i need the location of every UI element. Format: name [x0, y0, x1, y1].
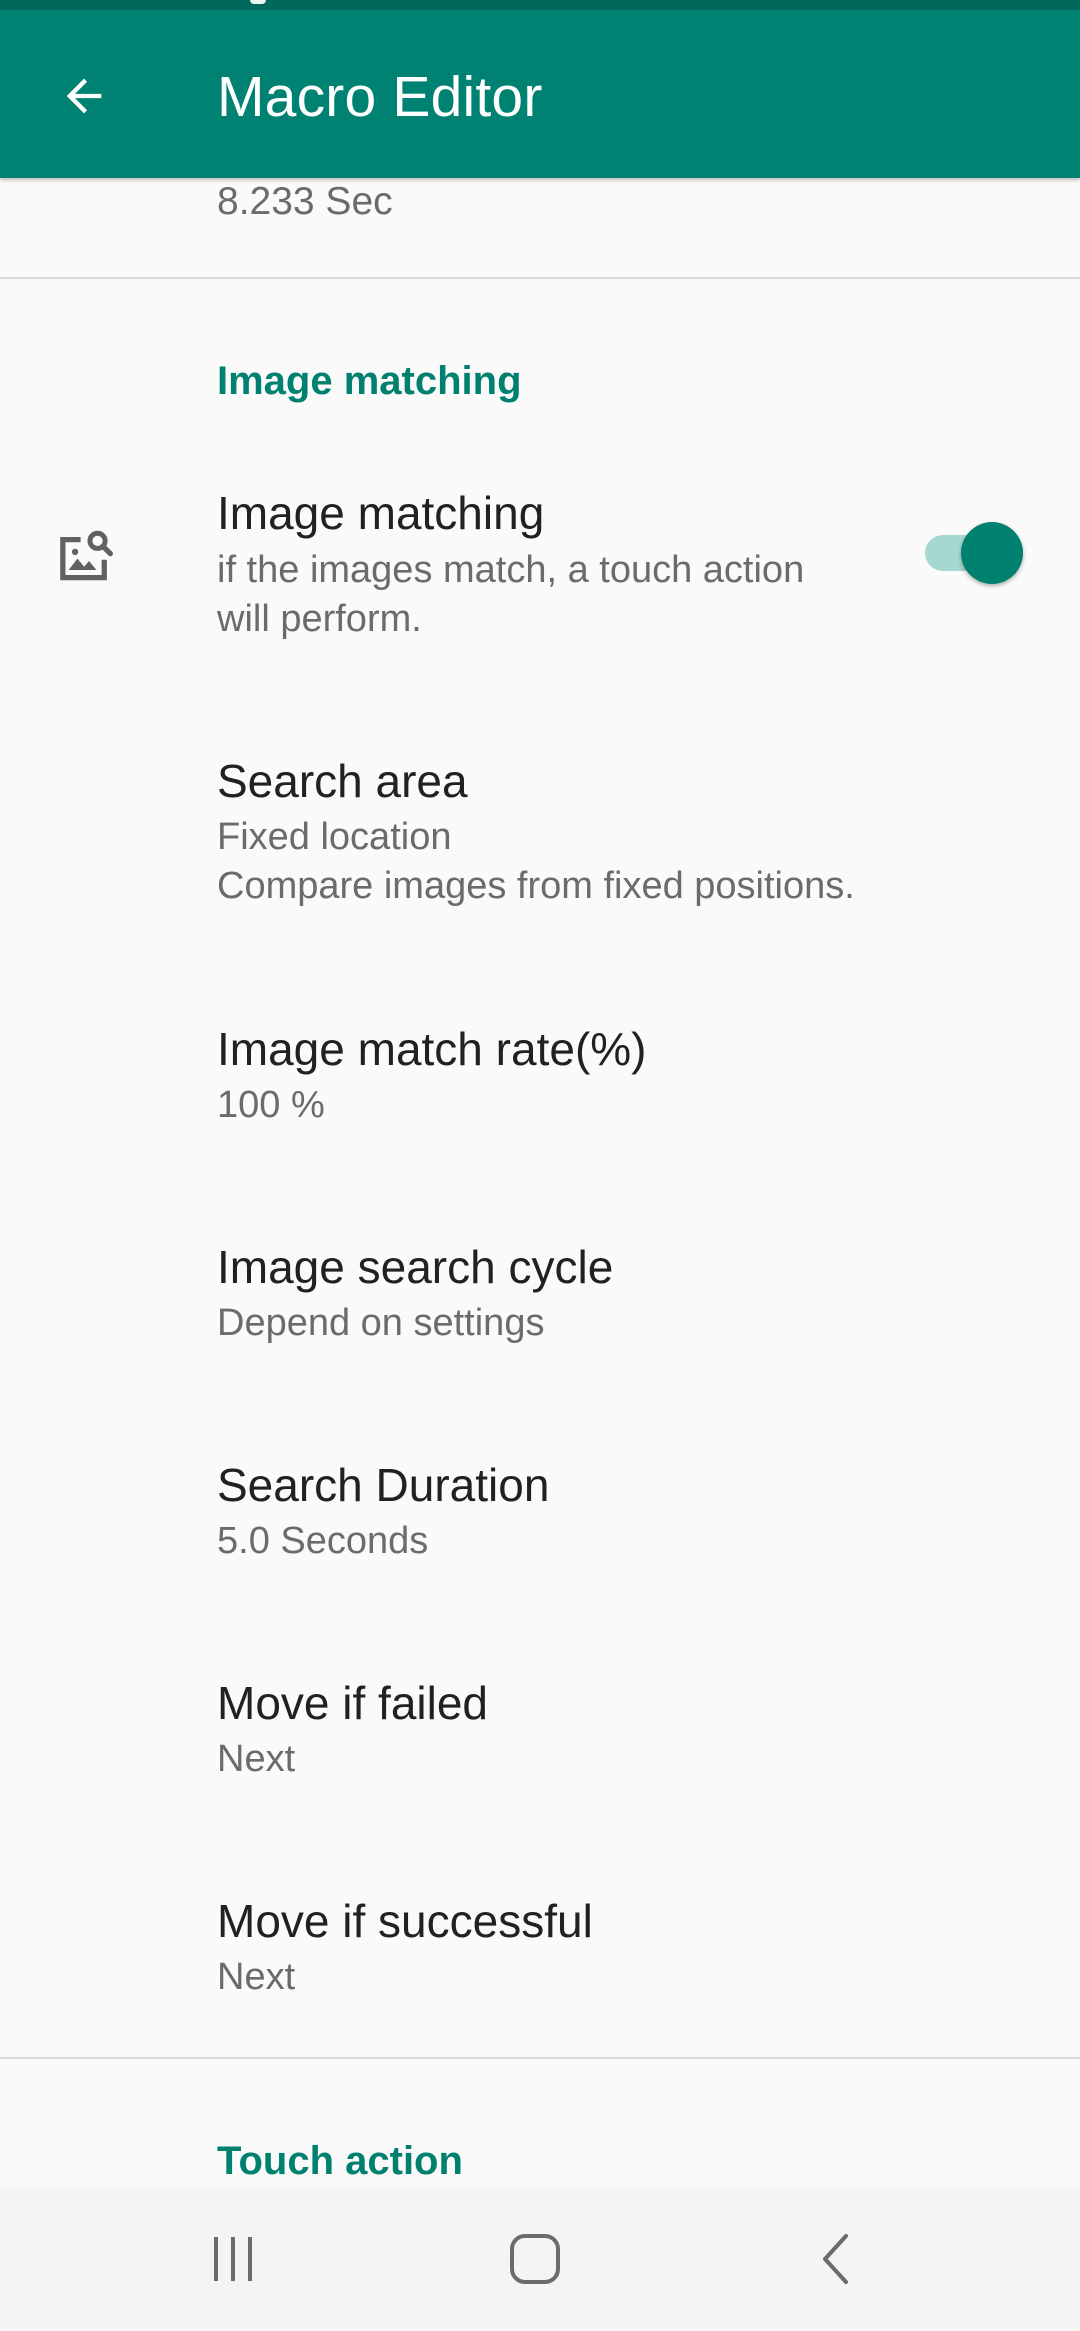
- image-matching-toggle[interactable]: [925, 518, 1025, 588]
- pref-image-search-cycle[interactable]: Image search cycle Depend on settings: [0, 1224, 1080, 1424]
- pref-title: Search Duration: [217, 1459, 550, 1511]
- preferences-list[interactable]: 8.233 Sec Image matching Image matching …: [0, 178, 1080, 2187]
- pref-title: Image matching: [217, 487, 545, 539]
- pref-title: Search area: [217, 755, 468, 807]
- status-bar: [0, 0, 1080, 10]
- section-header-image-matching: Image matching: [217, 359, 522, 403]
- recents-button[interactable]: [183, 2209, 283, 2309]
- section-divider: [0, 2057, 1080, 2059]
- chevron-left-icon: [823, 2234, 848, 2284]
- pref-summary: 5.0 Seconds: [217, 1520, 429, 1562]
- nav-back-button[interactable]: [788, 2209, 888, 2309]
- recents-icon: [214, 2237, 252, 2281]
- pref-summary: Next: [217, 1738, 296, 1780]
- previous-item-summary: 8.233 Sec: [217, 180, 393, 223]
- home-button[interactable]: [485, 2209, 585, 2309]
- pref-title: Image search cycle: [217, 1241, 614, 1293]
- pref-title: Image match rate(%): [217, 1023, 647, 1075]
- image-search-icon: [60, 530, 113, 581]
- system-navigation-bar: [0, 2187, 1080, 2331]
- pref-move-if-failed[interactable]: Move if failed Next: [0, 1660, 1080, 1860]
- pref-search-area[interactable]: Search area Fixed location Compare image…: [0, 738, 1080, 968]
- section-divider: [0, 277, 1080, 279]
- home-icon: [510, 2234, 560, 2284]
- pref-move-if-successful[interactable]: Move if successful Next: [0, 1878, 1080, 2078]
- pref-summary: if the images match, a touch action will…: [217, 549, 805, 640]
- page-title: Macro Editor: [217, 65, 543, 129]
- pref-title: Move if failed: [217, 1677, 489, 1729]
- status-indicator: [250, 0, 266, 4]
- pref-summary: Next: [217, 1956, 296, 1998]
- toggle-thumb: [961, 522, 1023, 584]
- arrow-left-icon: [66, 78, 102, 114]
- section-header-touch-action: Touch action: [217, 2139, 463, 2183]
- pref-summary: 100 %: [217, 1084, 325, 1126]
- back-button[interactable]: [44, 56, 124, 136]
- pref-summary-detail: Compare images from fixed positions.: [217, 865, 855, 907]
- app-bar: Macro Editor: [0, 10, 1080, 178]
- pref-image-match-rate[interactable]: Image match rate(%) 100 %: [0, 1006, 1080, 1206]
- pref-search-duration[interactable]: Search Duration 5.0 Seconds: [0, 1442, 1080, 1642]
- pref-summary: Fixed location: [217, 816, 452, 858]
- pref-summary: Depend on settings: [217, 1302, 545, 1344]
- pref-title: Move if successful: [217, 1895, 593, 1947]
- pref-image-matching[interactable]: Image matching if the images match, a to…: [0, 468, 1080, 728]
